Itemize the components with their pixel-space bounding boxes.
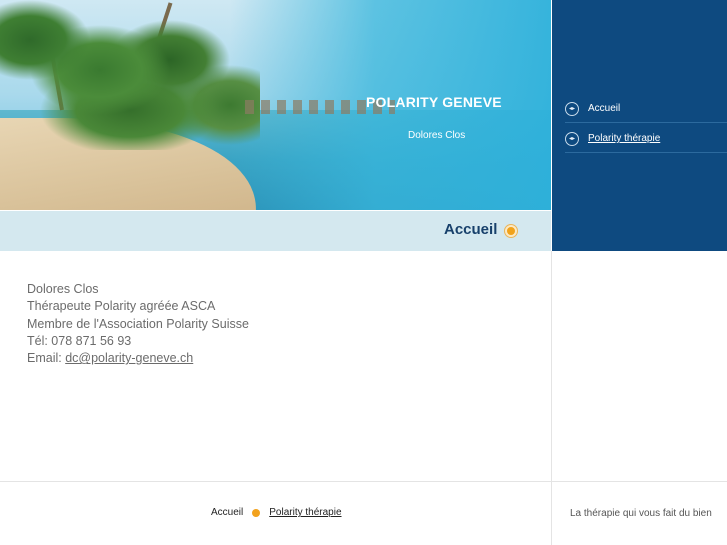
content-line-email: Email: dc@polarity-geneve.ch xyxy=(27,350,527,367)
palm-trees xyxy=(0,0,260,150)
orange-dot-icon xyxy=(504,224,518,238)
column-divider xyxy=(551,251,552,545)
content-line-membership: Membre de l'Association Polarity Suisse xyxy=(27,316,249,331)
footer-divider xyxy=(0,481,727,482)
nav-item-accueil[interactable]: ◂▸ Accueil xyxy=(565,95,727,123)
nav-item-polarity-therapie[interactable]: ◂▸ Polarity thérapie xyxy=(565,125,727,153)
site-title: POLARITY GENEVE xyxy=(366,94,502,110)
main-content: Dolores Clos Thérapeute Polarity agréée … xyxy=(27,281,527,367)
site-subtitle: Dolores Clos xyxy=(408,130,466,141)
nav-item-label: Polarity thérapie xyxy=(588,133,661,144)
email-label: Email: xyxy=(27,351,66,366)
footer-tagline: La thérapie qui vous fait du bien xyxy=(570,508,712,519)
orange-dot-icon xyxy=(252,508,261,517)
page-title: Accueil xyxy=(444,221,498,238)
email-link[interactable]: dc@polarity-geneve.ch xyxy=(65,351,193,365)
content-line-qualification: Thérapeute Polarity agréée ASCA xyxy=(27,299,216,314)
content-line-name: Dolores Clos xyxy=(27,282,99,296)
footer-nav: Accueil Polarity thérapie xyxy=(211,507,342,518)
arrows-circle-icon: ◂▸ xyxy=(565,131,579,146)
footer-link-accueil[interactable]: Accueil xyxy=(211,507,243,518)
nav-item-label: Accueil xyxy=(588,103,621,114)
content-line-phone: Tél: 078 871 56 93 xyxy=(27,333,132,348)
header-banner-image: POLARITY GENEVE Dolores Clos xyxy=(0,0,551,210)
footer-link-polarity-therapie[interactable]: Polarity thérapie xyxy=(269,507,341,518)
arrows-circle-icon: ◂▸ xyxy=(565,101,579,116)
